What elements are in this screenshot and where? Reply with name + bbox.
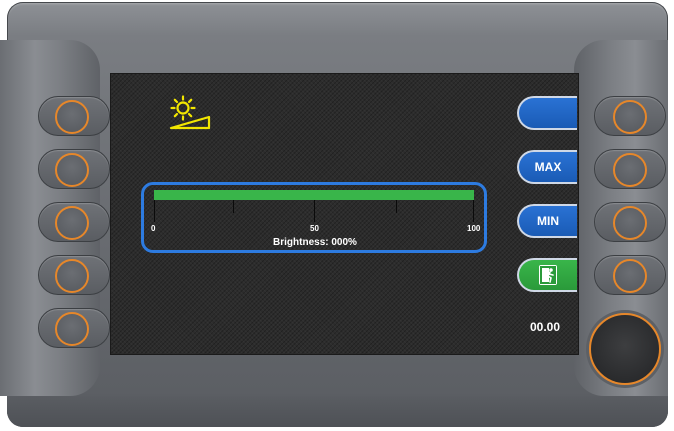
scale-label-mid: 50 — [310, 224, 319, 233]
button-ring-icon — [613, 153, 647, 187]
scale-tick — [233, 200, 234, 213]
brightness-value-label: Brightness: 000% — [273, 237, 357, 248]
scale-label-min: 0 — [151, 224, 156, 233]
scale-tick — [473, 200, 474, 222]
max-button[interactable]: MAX — [517, 150, 577, 184]
left-button-2[interactable] — [38, 149, 110, 189]
brightness-bar[interactable] — [154, 190, 474, 200]
left-button-3[interactable] — [38, 202, 110, 242]
button-ring-icon — [613, 206, 647, 240]
right-button-4[interactable] — [594, 255, 666, 295]
button-ring-icon — [55, 100, 89, 134]
blank-softkey[interactable] — [517, 96, 577, 130]
right-button-3[interactable] — [594, 202, 666, 242]
button-ring-icon — [613, 259, 647, 293]
button-ring-icon — [55, 206, 89, 240]
exit-button[interactable] — [517, 258, 577, 292]
button-ring-icon — [55, 312, 89, 346]
bottom-strip — [7, 396, 668, 427]
scale-tick — [314, 200, 315, 222]
button-ring-icon — [613, 100, 647, 134]
button-ring-icon — [55, 153, 89, 187]
button-ring-icon — [55, 259, 89, 293]
scale-tick — [396, 200, 397, 213]
scale-tick — [154, 200, 155, 222]
min-button[interactable]: MIN — [517, 204, 577, 238]
time-readout: 00.00 — [530, 320, 561, 334]
scale-label-max: 100 — [467, 224, 481, 233]
exit-icon — [539, 265, 557, 285]
right-button-2[interactable] — [594, 149, 666, 189]
brightness-icon — [169, 95, 211, 130]
left-button-1[interactable] — [38, 96, 110, 136]
left-button-5[interactable] — [38, 308, 110, 348]
right-button-1[interactable] — [594, 96, 666, 136]
rotary-knob[interactable] — [589, 313, 661, 385]
left-button-4[interactable] — [38, 255, 110, 295]
